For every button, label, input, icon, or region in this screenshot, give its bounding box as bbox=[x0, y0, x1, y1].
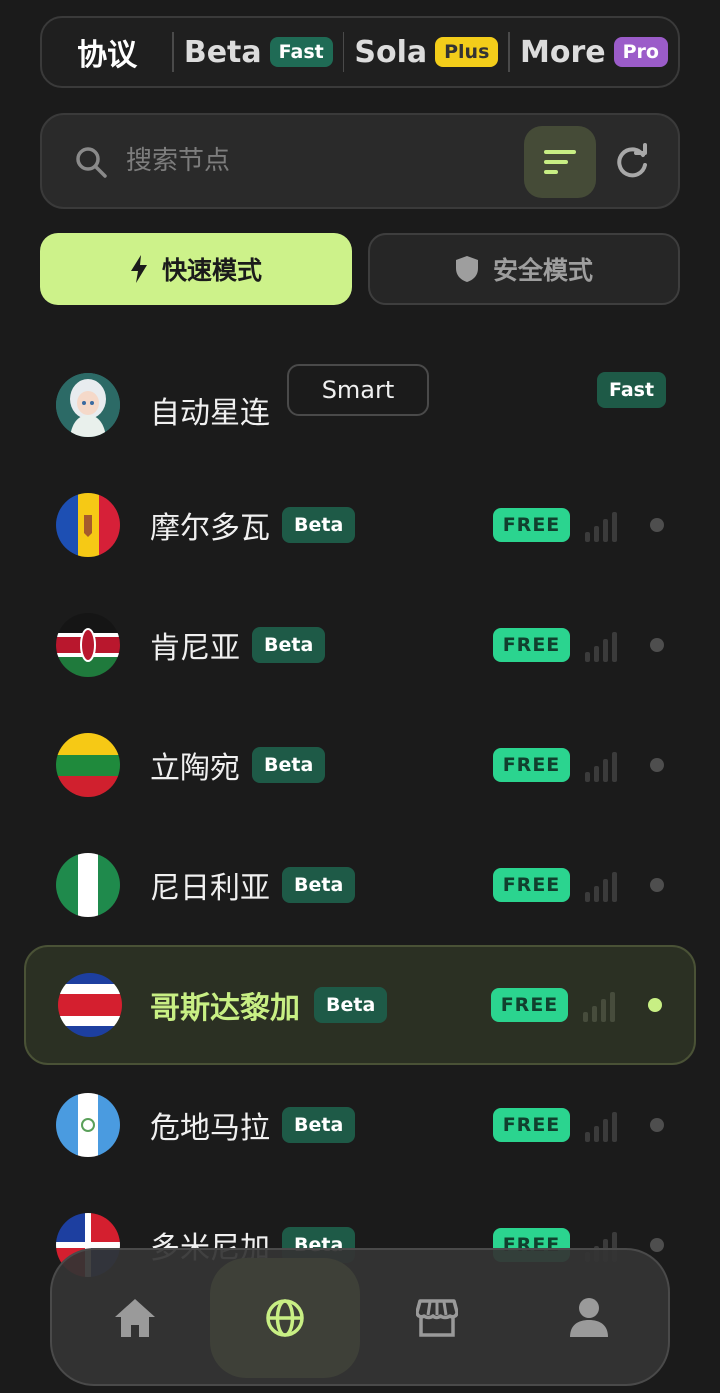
free-badge: FREE bbox=[491, 988, 568, 1022]
tab-sola-label: Sola bbox=[354, 34, 428, 70]
globe-icon bbox=[266, 1299, 304, 1337]
search-icon bbox=[76, 147, 107, 178]
filter-button[interactable] bbox=[524, 126, 596, 198]
node-name: 摩尔多瓦 bbox=[150, 511, 270, 546]
nav-home[interactable] bbox=[60, 1258, 210, 1378]
tab-more[interactable]: More Pro bbox=[520, 35, 668, 70]
safe-mode-button[interactable]: 安全模式 bbox=[368, 233, 680, 305]
node-name: 自动星连 bbox=[150, 396, 270, 431]
fast-mode-label: 快速模式 bbox=[161, 256, 262, 285]
node-row-kenya[interactable]: 肯尼亚 Beta FREE bbox=[0, 585, 720, 705]
fast-mode-button[interactable]: 快速模式 bbox=[40, 233, 352, 305]
node-name: 哥斯达黎加 bbox=[150, 991, 300, 1026]
tab-beta[interactable]: Beta Fast bbox=[184, 35, 333, 70]
app-screen: 协议 Beta Fast Sola Plus More Pro 搜索节点 快速模… bbox=[0, 0, 720, 1393]
home-icon bbox=[115, 1299, 155, 1337]
free-badge: FREE bbox=[493, 508, 570, 542]
sort-icon bbox=[544, 150, 576, 174]
free-badge: FREE bbox=[493, 868, 570, 902]
node-name: 尼日利亚 bbox=[150, 871, 270, 906]
tab-sola-badge: Plus bbox=[435, 37, 499, 67]
nav-store[interactable] bbox=[362, 1258, 512, 1378]
signal-icon bbox=[585, 512, 617, 542]
free-badge: FREE bbox=[493, 1108, 570, 1142]
node-row-moldova[interactable]: 摩尔多瓦 Beta FREE bbox=[0, 465, 720, 585]
avatar bbox=[56, 373, 120, 437]
divider bbox=[342, 32, 345, 72]
beta-badge: Beta bbox=[314, 987, 388, 1023]
store-icon bbox=[416, 1299, 458, 1337]
divider bbox=[172, 32, 174, 72]
status-dot bbox=[648, 998, 662, 1012]
free-badge: FREE bbox=[493, 628, 570, 662]
signal-icon bbox=[585, 1112, 617, 1142]
tab-more-label: More bbox=[520, 34, 606, 70]
node-row-costa-rica[interactable]: 哥斯达黎加 Beta FREE bbox=[0, 945, 720, 1065]
flag-costa-rica-icon bbox=[58, 973, 122, 1037]
flag-kenya-icon bbox=[56, 613, 120, 677]
signal-icon bbox=[585, 632, 617, 662]
node-row-nigeria[interactable]: 尼日利亚 Beta FREE bbox=[0, 825, 720, 945]
status-dot bbox=[650, 1118, 664, 1132]
tab-beta-label: Beta bbox=[183, 34, 262, 70]
nav-profile[interactable] bbox=[514, 1258, 664, 1378]
node-row-lithuania[interactable]: 立陶宛 Beta FREE bbox=[0, 705, 720, 825]
refresh-icon[interactable] bbox=[612, 143, 652, 183]
auto-node-row[interactable]: 自动星连 Smart Fast bbox=[0, 345, 720, 465]
status-dot bbox=[650, 1238, 664, 1252]
status-dot bbox=[650, 518, 664, 532]
beta-badge: Beta bbox=[252, 627, 326, 663]
search-input[interactable] bbox=[126, 137, 506, 185]
safe-mode-label: 安全模式 bbox=[492, 256, 593, 285]
node-name: 立陶宛 bbox=[150, 751, 240, 786]
status-dot bbox=[650, 758, 664, 772]
beta-badge: Beta bbox=[282, 507, 356, 543]
tab-sola[interactable]: Sola Plus bbox=[354, 34, 499, 70]
flag-guatemala-icon bbox=[56, 1093, 120, 1157]
flag-lithuania-icon bbox=[56, 733, 120, 797]
bolt-icon bbox=[130, 255, 147, 283]
search-bar bbox=[40, 113, 680, 209]
node-name: 危地马拉 bbox=[150, 1111, 270, 1146]
protocol-bar: 协议 Beta Fast Sola Plus More Pro bbox=[40, 16, 680, 88]
tab-beta-badge: Fast bbox=[269, 37, 333, 67]
protocol-title: 协议 bbox=[77, 38, 138, 73]
nav-nodes[interactable] bbox=[210, 1258, 360, 1378]
bottom-nav bbox=[50, 1248, 670, 1386]
status-dot bbox=[650, 638, 664, 652]
divider bbox=[508, 32, 511, 72]
shield-icon bbox=[455, 256, 478, 282]
node-name: 肯尼亚 bbox=[150, 631, 240, 666]
user-icon bbox=[570, 1298, 608, 1337]
beta-badge: Beta bbox=[252, 747, 326, 783]
signal-icon bbox=[585, 872, 617, 902]
free-badge: FREE bbox=[493, 748, 570, 782]
beta-badge: Beta bbox=[282, 1107, 356, 1143]
flag-moldova-icon bbox=[56, 493, 120, 557]
node-row-guatemala[interactable]: 危地马拉 Beta FREE bbox=[0, 1065, 720, 1185]
beta-badge: Beta bbox=[282, 867, 356, 903]
tab-more-badge: Pro bbox=[613, 37, 668, 67]
smart-tag: Smart bbox=[287, 364, 429, 416]
status-dot bbox=[650, 878, 664, 892]
flag-nigeria-icon bbox=[56, 853, 120, 917]
signal-icon bbox=[585, 752, 617, 782]
fast-badge: Fast bbox=[597, 372, 667, 408]
signal-icon bbox=[583, 992, 615, 1022]
